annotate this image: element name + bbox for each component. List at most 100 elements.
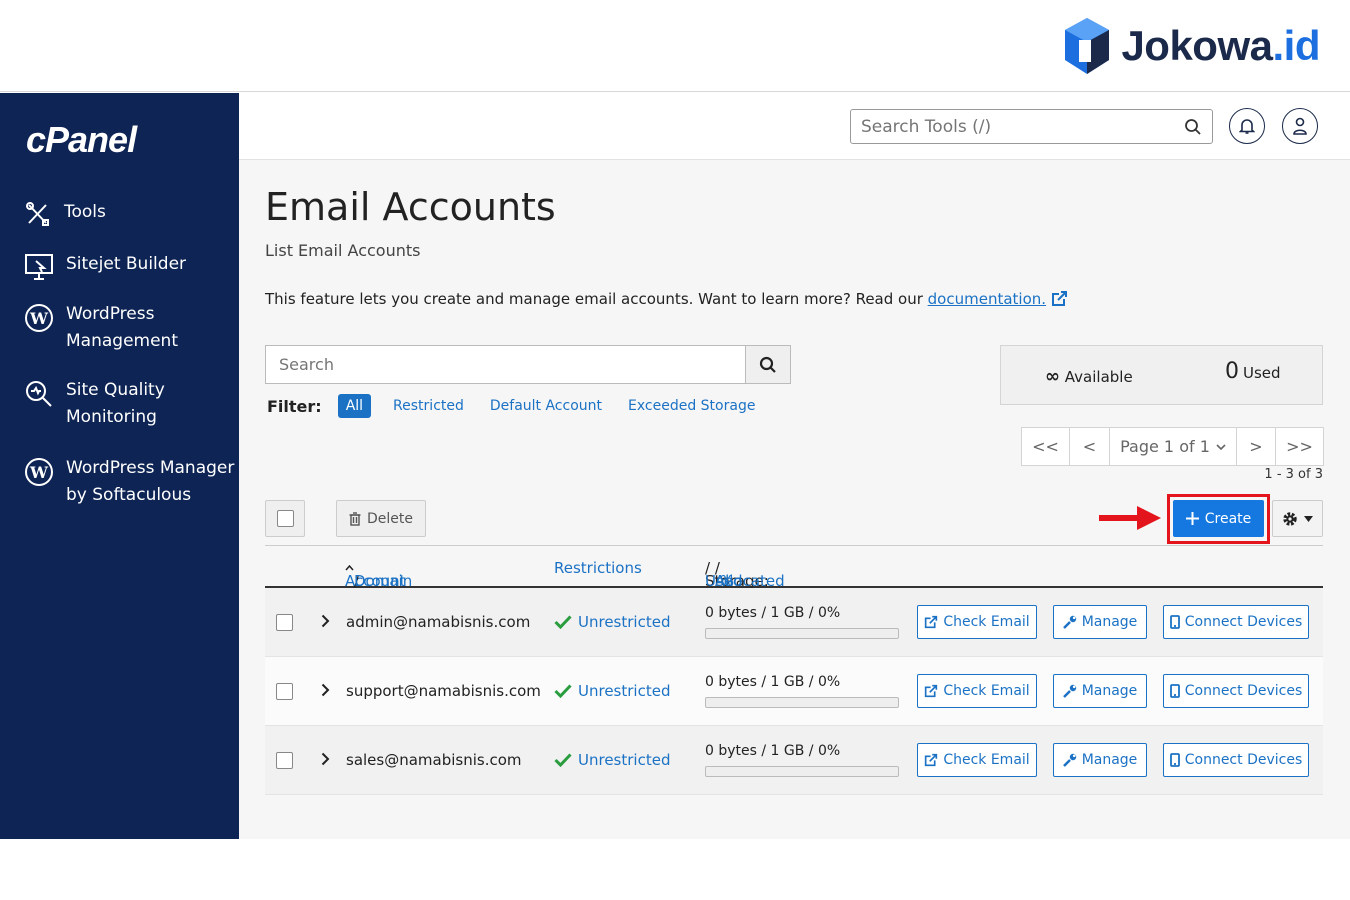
external-link-icon (925, 615, 938, 629)
email-search-field[interactable] (265, 345, 791, 384)
restriction-status: Unrestricted (554, 613, 670, 631)
filter-bar: Filter: All Restricted Default Account E… (267, 394, 781, 418)
search-icon (759, 356, 776, 373)
sidebar-item-label: Site Quality Monitoring (66, 380, 165, 427)
sidebar-item-wordpress-manager[interactable]: W WordPress Manager by Softaculous (24, 455, 234, 509)
restriction-status: Unrestricted (554, 751, 670, 769)
filter-default-account[interactable]: Default Account (490, 394, 602, 418)
documentation-link[interactable]: documentation. (928, 290, 1046, 308)
filter-all[interactable]: All (337, 394, 372, 418)
row-checkbox[interactable] (276, 752, 293, 769)
table-row: support@namabisnis.com Unrestricted 0 by… (265, 657, 1323, 726)
trash-icon (349, 511, 361, 526)
used-quota: 0 Used (1225, 359, 1281, 384)
bell-icon (1239, 119, 1255, 134)
check-email-button[interactable]: Check Email (917, 743, 1037, 777)
email-address: sales@namabisnis.com (346, 751, 522, 769)
chevron-right-icon[interactable] (321, 614, 330, 628)
storage-usage-text: 0 bytes / 1 GB / 0% (705, 605, 841, 621)
tools-icon (26, 202, 49, 226)
available-quota: ∞ Available (1045, 366, 1133, 387)
page-select[interactable]: Page 1 of 1 (1110, 428, 1237, 465)
check-email-button[interactable]: Check Email (917, 605, 1037, 639)
svg-text:W: W (29, 463, 49, 482)
infinity-icon: ∞ (1045, 366, 1060, 387)
select-all-wrapper[interactable] (265, 500, 305, 537)
storage-progress-bar (705, 697, 899, 708)
row-checkbox[interactable] (276, 614, 293, 631)
table-row: admin@namabisnis.com Unrestricted 0 byte… (265, 588, 1323, 657)
pagination: << < Page 1 of 1 > >> (1021, 427, 1324, 466)
external-link-icon (925, 684, 938, 698)
last-page-button[interactable]: >> (1276, 428, 1323, 465)
external-link-icon (925, 753, 938, 767)
search-tools-field[interactable] (850, 109, 1213, 144)
sidebar-item-label: Sitejet Builder (66, 254, 187, 274)
chevron-right-icon[interactable] (321, 752, 330, 766)
cpanel-logo[interactable]: cPanel (26, 119, 137, 161)
sidebar: cPanel Tools Sitejet Builder W WordPress… (0, 93, 239, 839)
first-page-button[interactable]: << (1022, 428, 1070, 465)
wrench-icon (1062, 615, 1076, 629)
caret-up-icon (345, 564, 354, 571)
check-icon (554, 753, 572, 767)
sidebar-item-site-quality[interactable]: Site Quality Monitoring (24, 377, 165, 431)
storage-header: Storage: Used / Allocated / % (705, 559, 785, 590)
monitor-icon (25, 254, 53, 280)
wordpress-icon: W (25, 304, 53, 332)
manage-button[interactable]: Manage (1053, 743, 1147, 777)
brand-name: Jokowa.id (1121, 22, 1320, 69)
row-checkbox[interactable] (276, 683, 293, 700)
restriction-status: Unrestricted (554, 682, 670, 700)
sort-account-header[interactable]: Account / Domain (345, 559, 412, 590)
manage-button[interactable]: Manage (1053, 605, 1147, 639)
brand-logo: Jokowa.id (1063, 16, 1320, 76)
email-address: admin@namabisnis.com (346, 613, 531, 631)
manage-button[interactable]: Manage (1053, 674, 1147, 708)
result-range: 1 - 3 of 3 (1264, 467, 1323, 482)
plus-icon (1185, 512, 1199, 525)
search-button[interactable] (745, 346, 790, 383)
select-all-checkbox[interactable] (276, 510, 294, 527)
connect-devices-button[interactable]: Connect Devices (1163, 743, 1309, 777)
page-description: This feature lets you create and manage … (265, 290, 1068, 308)
delete-button[interactable]: Delete (336, 500, 426, 537)
mobile-device-icon (1169, 684, 1180, 698)
external-link-icon[interactable] (1051, 290, 1068, 307)
connect-devices-button[interactable]: Connect Devices (1163, 605, 1309, 639)
sidebar-item-tools[interactable]: Tools (24, 199, 106, 227)
check-icon (554, 684, 572, 698)
email-search-input[interactable] (266, 346, 745, 383)
user-menu-button[interactable] (1282, 108, 1318, 144)
check-email-button[interactable]: Check Email (917, 674, 1037, 708)
connect-devices-button[interactable]: Connect Devices (1163, 674, 1309, 708)
wrench-icon (1062, 684, 1076, 698)
settings-dropdown-button[interactable] (1272, 500, 1323, 537)
next-page-button[interactable]: > (1237, 428, 1276, 465)
wrench-icon (1062, 753, 1076, 767)
svg-text:W: W (29, 309, 49, 328)
mobile-device-icon (1169, 753, 1180, 767)
red-arrow-annotation (1099, 506, 1161, 530)
search-tools-input[interactable] (861, 116, 1181, 137)
filter-restricted[interactable]: Restricted (393, 394, 464, 418)
main-content: Email Accounts List Email Accounts This … (239, 93, 1350, 839)
top-bar (239, 93, 1350, 160)
filter-label: Filter: (267, 396, 322, 416)
storage-progress-bar (705, 766, 899, 777)
prev-page-button[interactable]: < (1070, 428, 1110, 465)
sidebar-item-label: Tools (64, 202, 106, 222)
search-icon[interactable] (1184, 118, 1202, 136)
create-button[interactable]: Create (1173, 500, 1264, 537)
brand-cube-icon (1065, 18, 1110, 74)
filter-exceeded-storage[interactable]: Exceeded Storage (628, 394, 755, 418)
magnifier-icon (26, 381, 52, 407)
user-icon (1293, 117, 1307, 135)
bottom-margin (0, 839, 1350, 900)
restrictions-header[interactable]: Restrictions (554, 559, 642, 577)
storage-usage-text: 0 bytes / 1 GB / 0% (705, 743, 841, 759)
sidebar-item-sitejet[interactable]: Sitejet Builder (24, 251, 186, 281)
notifications-button[interactable] (1229, 108, 1265, 144)
sidebar-item-wordpress-management[interactable]: W WordPress Management (24, 301, 178, 355)
chevron-right-icon[interactable] (321, 683, 330, 697)
